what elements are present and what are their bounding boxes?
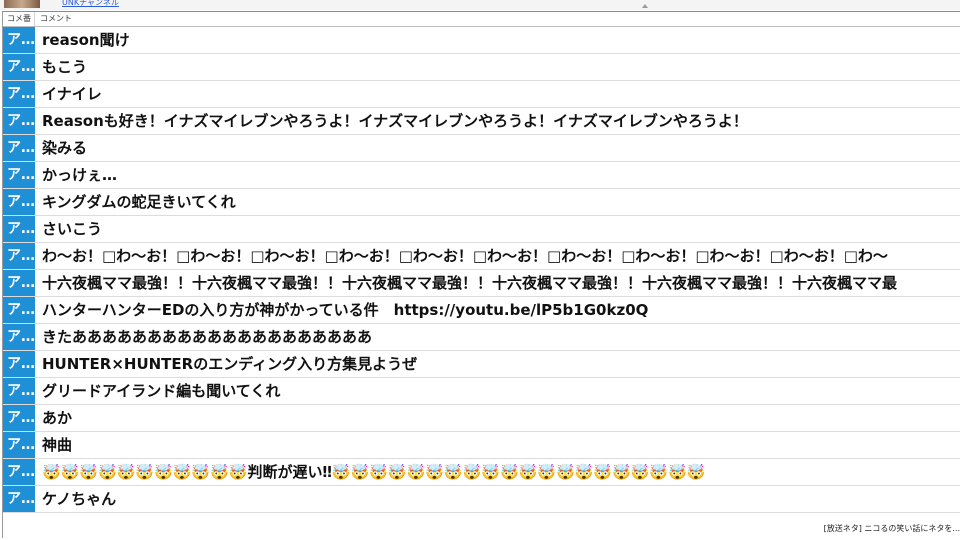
comment-text: Reasonも好き！イナズマイレブンやろうよ！イナズマイレブンやろうよ！イナズマ… xyxy=(42,112,748,130)
comment-number: ア… xyxy=(3,459,35,485)
table-row[interactable]: ア… 神曲 xyxy=(3,432,960,459)
column-divider[interactable] xyxy=(34,12,35,26)
comment-number: ア… xyxy=(3,324,35,350)
table-row[interactable]: ア… 染みる xyxy=(3,135,960,162)
table-row[interactable]: ア… ハンターハンターEDの入り方が神がかっている件 https://youtu.… xyxy=(3,297,960,324)
table-row[interactable]: ア… 十六夜楓ママ最強！！十六夜楓ママ最強！！十六夜楓ママ最強！！十六夜楓ママ最強… xyxy=(3,270,960,297)
channel-thumbnail[interactable] xyxy=(4,0,40,8)
comment-number: ア… xyxy=(3,243,35,269)
comment-number: ア… xyxy=(3,351,35,377)
comment-rows: ア… reason聞け ア… もこう ア… イナイレ ア… Reasonも好き！イナズマ… xyxy=(3,27,960,513)
comment-text: reason聞け xyxy=(42,31,130,49)
table-row[interactable]: ア… グリードアイランド編も聞いてくれ xyxy=(3,378,960,405)
comment-number: ア… xyxy=(3,378,35,404)
comment-number: ア… xyxy=(3,297,35,323)
table-row[interactable]: ア… あか xyxy=(3,405,960,432)
comment-text: キングダムの蛇足きいてくれ xyxy=(42,193,236,211)
comment-text: 🤯🤯🤯🤯🤯🤯🤯🤯🤯🤯🤯判断が遅い‼🤯🤯🤯🤯🤯🤯🤯🤯🤯🤯🤯🤯🤯🤯🤯🤯🤯🤯🤯🤯 xyxy=(42,463,706,481)
comment-text: わ～お！□わ～お！□わ～お！□わ～お！□わ～お！□わ～お！□わ～お！□わ～お！□… xyxy=(42,247,888,265)
table-row[interactable]: ア… ケノちゃん xyxy=(3,486,960,513)
table-row[interactable]: ア… キングダムの蛇足きいてくれ xyxy=(3,189,960,216)
comment-list-header: コメ番 コメント xyxy=(3,12,960,27)
comment-number: ア… xyxy=(3,270,35,296)
comment-number: ア… xyxy=(3,405,35,431)
table-row[interactable]: ア… わ～お！□わ～お！□わ～お！□わ～お！□わ～お！□わ～お！□わ～お！□わ～お… xyxy=(3,243,960,270)
comment-text: イナイレ xyxy=(42,85,102,103)
comment-number: ア… xyxy=(3,486,35,512)
table-row[interactable]: ア… HUNTER×HUNTERのエンディング入り方集見ようぜ xyxy=(3,351,960,378)
ticker-text: [放送ネタ] ニコるの笑い話にネタを... xyxy=(823,524,960,533)
comment-text: きたああああああああああああああああああああ xyxy=(42,328,373,346)
table-row[interactable]: ア… かっけぇ… xyxy=(3,162,960,189)
comment-text: ケノちゃん xyxy=(42,490,117,508)
comment-number: ア… xyxy=(3,216,35,242)
table-row[interactable]: ア… Reasonも好き！イナズマイレブンやろうよ！イナズマイレブンやろうよ！イナ… xyxy=(3,108,960,135)
comment-number: ア… xyxy=(3,54,35,80)
resize-handle-icon[interactable] xyxy=(642,4,648,8)
comment-text: 神曲 xyxy=(42,436,73,454)
comment-text: 十六夜楓ママ最強！！十六夜楓ママ最強！！十六夜楓ママ最強！！十六夜楓ママ最強！！… xyxy=(42,274,898,292)
comment-list-panel: コメ番 コメント ア… reason聞け ア… もこう ア… イナイレ ア… Reaso… xyxy=(2,11,960,538)
comment-number: ア… xyxy=(3,108,35,134)
table-row[interactable]: ア… 🤯🤯🤯🤯🤯🤯🤯🤯🤯🤯🤯判断が遅い‼🤯🤯🤯🤯🤯🤯🤯🤯🤯🤯🤯🤯🤯🤯🤯🤯🤯🤯🤯🤯 xyxy=(3,459,960,486)
comment-text: かっけぇ… xyxy=(42,166,118,184)
top-strip: UNKチャンネル xyxy=(0,0,960,10)
table-row[interactable]: ア… さいこう xyxy=(3,216,960,243)
comment-text: さいこう xyxy=(42,220,103,238)
comment-number: ア… xyxy=(3,162,35,188)
comment-text: ハンターハンターEDの入り方が神がかっている件 https://youtu.be… xyxy=(42,301,649,319)
table-row[interactable]: ア… きたああああああああああああああああああああ xyxy=(3,324,960,351)
table-row[interactable]: ア… イナイレ xyxy=(3,81,960,108)
table-row[interactable]: ア… もこう xyxy=(3,54,960,81)
comment-text: あか xyxy=(42,409,73,427)
comment-text: HUNTER×HUNTERのエンディング入り方集見ようぜ xyxy=(42,355,418,373)
channel-link[interactable]: UNKチャンネル xyxy=(62,0,119,8)
comment-number: ア… xyxy=(3,27,35,53)
table-row[interactable]: ア… reason聞け xyxy=(3,27,960,54)
comment-text: 染みる xyxy=(42,139,88,157)
comment-number: ア… xyxy=(3,135,35,161)
comment-number: ア… xyxy=(3,189,35,215)
comment-number: ア… xyxy=(3,81,35,107)
column-header-number[interactable]: コメ番 xyxy=(7,13,31,25)
comment-text: グリードアイランド編も聞いてくれ xyxy=(42,382,281,400)
column-header-comment[interactable]: コメント xyxy=(40,13,72,25)
comment-text: もこう xyxy=(42,58,88,76)
comment-number: ア… xyxy=(3,432,35,458)
